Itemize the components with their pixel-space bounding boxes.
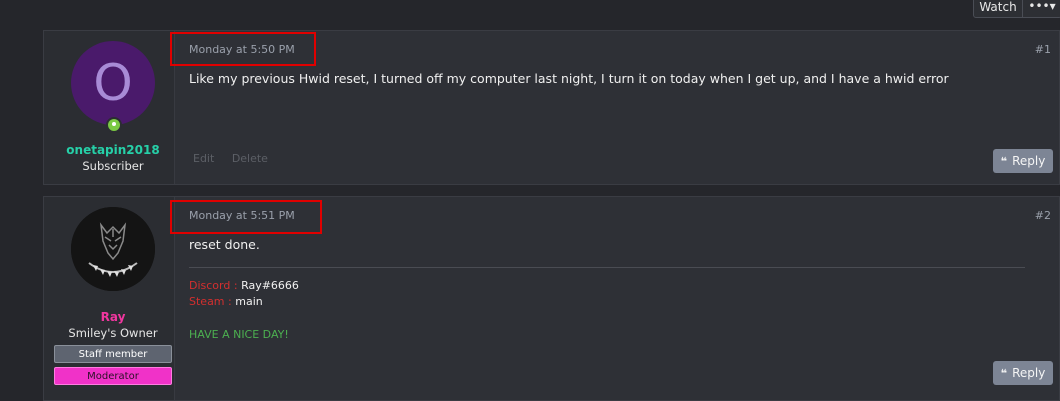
post-2: Ray Smiley's Owner Staff member Moderato… [43,196,1060,401]
edit-link[interactable]: Edit [193,152,214,165]
signature-divider [189,267,1025,268]
moderator-badge: Moderator [54,367,172,385]
quote-icon: ❝ [1000,155,1008,168]
discord-label: Discord : [189,279,238,292]
online-status-icon [106,117,122,133]
steam-value: main [235,295,263,308]
reply-button[interactable]: ❝ Reply [993,149,1053,173]
highlight-box [170,32,316,66]
avatar[interactable] [71,207,155,291]
signature-steam: Steam : main [189,295,263,308]
highlight-box [170,200,322,234]
discord-value: Ray#6666 [241,279,299,292]
post-content: reset done. [189,237,260,252]
user-title: Subscriber [82,159,144,173]
panther-mask-icon [71,207,155,291]
post-user-panel: Ray Smiley's Owner Staff member Moderato… [44,197,175,400]
watch-button[interactable]: Watch [973,0,1023,18]
thread-controls: Watch •••▾ [0,0,1060,30]
username[interactable]: onetapin2018 [44,143,182,157]
staff-member-badge: Staff member [54,345,172,363]
post-number[interactable]: #1 [1035,43,1051,56]
user-title: Smiley's Owner [68,326,158,340]
reply-button[interactable]: ❝ Reply [993,361,1053,385]
signature-closing: HAVE A NICE DAY! [189,328,289,341]
steam-label: Steam : [189,295,232,308]
signature-discord: Discord : Ray#6666 [189,279,299,292]
post-number[interactable]: #2 [1035,209,1051,222]
quote-icon: ❝ [1000,367,1008,380]
post-body: Monday at 5:50 PM #1 Like my previous Hw… [170,31,1059,184]
post-actions: Edit Delete [193,152,282,165]
delete-link[interactable]: Delete [232,152,268,165]
reply-label: Reply [1012,366,1046,380]
post-content: Like my previous Hwid reset, I turned of… [189,71,949,86]
post-user-panel: O onetapin2018 Subscriber [44,31,175,184]
post-body: Monday at 5:51 PM #2 reset done. Discord… [170,197,1059,400]
username[interactable]: Ray [44,310,182,324]
more-options-button[interactable]: •••▾ [1022,0,1060,18]
post-1: O onetapin2018 Subscriber Monday at 5:50… [43,30,1060,185]
reply-label: Reply [1012,154,1046,168]
avatar[interactable]: O [71,41,155,125]
